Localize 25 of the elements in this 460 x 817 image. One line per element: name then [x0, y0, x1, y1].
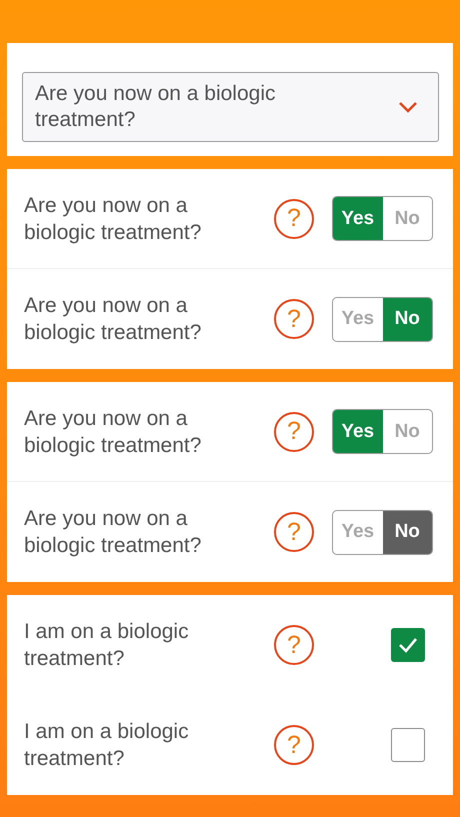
toggle-option[interactable]: Yes — [333, 410, 382, 453]
question-text: Are you now on a biologic treatment? — [24, 506, 202, 559]
help-icon[interactable]: ? — [274, 625, 314, 665]
chevron-down-icon — [398, 101, 418, 113]
yes-no-toggle[interactable]: Yes No — [332, 296, 433, 342]
toggle-option[interactable]: No — [382, 298, 432, 340]
question-dropdown[interactable]: Are you now on a biologic treatment? — [22, 72, 439, 142]
question-text: Are you now on a biologic treatment? — [24, 192, 202, 246]
help-icon[interactable]: ? — [274, 412, 314, 452]
help-icon[interactable]: ? — [274, 725, 314, 765]
question-text: Are you now on a biologic treatment? — [24, 293, 202, 346]
toggle-option[interactable]: Yes — [333, 197, 382, 240]
question-text: I am on a biologic treatment? — [24, 719, 190, 772]
help-icon[interactable]: ? — [274, 512, 314, 552]
question-text: Are you now on a biologic treatment? — [24, 406, 202, 458]
checkbox[interactable] — [391, 628, 425, 662]
check-icon — [398, 637, 418, 653]
toggle-option[interactable]: No — [382, 510, 432, 554]
help-icon[interactable]: ? — [274, 198, 314, 238]
yes-no-toggle[interactable]: Yes No — [332, 510, 433, 554]
yes-no-toggle[interactable]: Yes No — [332, 196, 433, 241]
yes-no-toggle[interactable]: Yes No — [332, 409, 433, 454]
help-icon[interactable]: ? — [274, 299, 314, 339]
question-text: I am on a biologic treatment? — [24, 619, 190, 672]
checkbox[interactable] — [391, 728, 425, 762]
